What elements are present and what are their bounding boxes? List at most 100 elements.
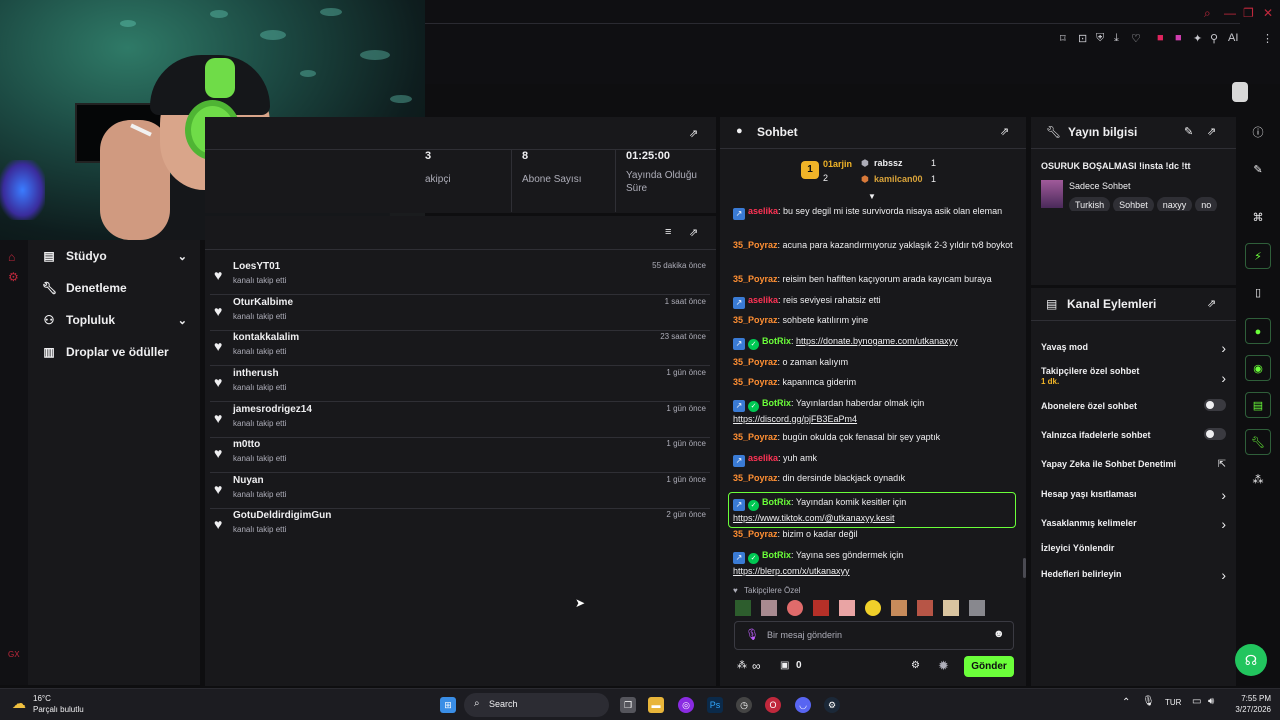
chat-username[interactable]: BotRix	[762, 497, 791, 507]
home-icon[interactable]: ⌂	[8, 250, 15, 264]
chat-message[interactable]: 35_Poyraz: bizim o kadar değil	[733, 527, 1018, 541]
bookmark-icon[interactable]: ⌑	[1060, 32, 1066, 45]
popout-icon[interactable]: ⇗	[689, 226, 698, 239]
chat-username[interactable]: 35_Poyraz	[733, 432, 778, 442]
sidebar-item-drops[interactable]: ▥ Droplar ve ödüller	[42, 345, 187, 359]
extension-red-icon[interactable]: ■	[1157, 32, 1164, 44]
chat-message[interactable]: 35_Poyraz: sohbete katılırım yine	[733, 313, 1018, 327]
app-icon[interactable]: ◷	[736, 697, 752, 713]
clip-icon[interactable]: ⌘	[1245, 205, 1271, 231]
emote-only-item[interactable]: Yalnızca ifadelerle sohbet	[1041, 428, 1226, 440]
settings-icon[interactable]: ⚙	[911, 660, 920, 671]
chat-message[interactable]: ↗ ✓ BotRix: Yayınlardan haberdar olmak içi…	[733, 396, 1018, 426]
list-item[interactable]: ♥ m0tto kanalı takip etti 1 gün önce	[210, 437, 710, 473]
tag[interactable]: Turkish	[1069, 197, 1111, 211]
account-age-item[interactable]: Hesap yaşı kısıtlaması ›	[1041, 487, 1226, 503]
category-thumbnail[interactable]	[1041, 180, 1063, 208]
monitor-icon[interactable]: ▭	[1192, 696, 1201, 707]
edit-icon[interactable]: ✎	[1184, 125, 1193, 138]
shield-icon[interactable]: ⛨	[1096, 32, 1104, 45]
list-item[interactable]: ♥ Nuyan kanalı takip etti 1 gün önce	[210, 473, 710, 509]
chat-message[interactable]: 35_Poyraz: o zaman kalıyım	[733, 355, 1018, 369]
broadcast-icon[interactable]: ◉	[1245, 355, 1271, 381]
filter-icon[interactable]: ≡	[665, 226, 671, 238]
chat-username[interactable]: 35_Poyraz	[733, 473, 778, 483]
chat-username[interactable]: 35_Poyraz	[733, 240, 778, 250]
gx-label[interactable]: GX	[8, 650, 20, 659]
search-icon[interactable]: ⌕	[1204, 6, 1211, 21]
emote[interactable]	[891, 600, 907, 616]
chat-message[interactable]: ↗ ✓ BotRix: Yayına ses göndermek için https…	[733, 548, 1018, 578]
store-icon[interactable]: ▣	[780, 660, 789, 671]
chat-input[interactable]: 🎙︎ Bir mesaj gönderin ☻	[734, 621, 1014, 650]
info-icon[interactable]: ⓘ	[1245, 120, 1271, 146]
chat-message[interactable]: 35_Poyraz: acuna para kazandırmıyoruz ya…	[733, 238, 1018, 252]
send-button[interactable]: Gönder	[964, 656, 1014, 677]
avatar[interactable]	[1232, 82, 1248, 102]
microphone-icon[interactable]: 🎙︎	[1142, 696, 1155, 707]
chat-message[interactable]: 35_Poyraz: kapanınca giderim	[733, 375, 1018, 389]
discord-icon[interactable]: ◡	[795, 697, 811, 713]
chat-message[interactable]: 35_Poyraz: bugün okulda çok fenasal bir …	[733, 430, 1018, 444]
emote[interactable]	[839, 600, 855, 616]
sidebar-item-studio[interactable]: ▤ Stüdyo ⌄	[42, 249, 187, 263]
emoji-icon[interactable]: ☻	[993, 628, 1005, 640]
category-name[interactable]: Sadece Sohbet	[1069, 181, 1131, 191]
popout-icon[interactable]: ⇗	[1207, 125, 1216, 138]
opera-gx-icon[interactable]: O	[765, 697, 781, 713]
points-icon[interactable]: ⁂	[737, 660, 747, 671]
chat-message[interactable]: ↗ ✓ BotRix: https://donate.bynogame.com/ut…	[733, 334, 1018, 350]
emote[interactable]	[865, 600, 881, 616]
microphone-icon[interactable]: 🎙︎	[745, 628, 759, 641]
chat-message[interactable]: 35_Poyraz: din dersinde blackjack oynadı…	[733, 471, 1018, 485]
subscribers-only-item[interactable]: Abonelere özel sohbet	[1041, 399, 1226, 411]
chevron-up-icon[interactable]: ⌃	[1122, 697, 1130, 708]
windows-start-icon[interactable]: ⊞	[440, 697, 456, 713]
goals-item[interactable]: Hedefleri belirleyin ›	[1041, 567, 1226, 583]
chat-username[interactable]: aselika	[748, 206, 778, 216]
popout-icon[interactable]: ⇗	[1000, 125, 1009, 138]
chat-username[interactable]: 35_Poyraz	[733, 315, 778, 325]
chat-link[interactable]: https://blerp.com/x/utkanaxyy	[733, 566, 850, 576]
folder-icon[interactable]: ▬	[648, 697, 664, 713]
sidebar-item-community[interactable]: ⚇ Topluluk ⌄	[42, 313, 187, 327]
app-icon[interactable]: ◎	[678, 697, 694, 713]
minimize-icon[interactable]: —	[1224, 6, 1236, 20]
edit-icon[interactable]: ✎	[1245, 157, 1271, 183]
leader-first-name[interactable]: 01arjin	[823, 159, 852, 169]
emote-only-toggle[interactable]	[1204, 428, 1226, 440]
lightning-icon[interactable]: ⚡︎	[1245, 243, 1271, 269]
puzzle-icon[interactable]: ✦	[1193, 32, 1202, 45]
emote[interactable]	[787, 600, 803, 616]
volume-icon[interactable]: 🔊︎	[1208, 696, 1214, 707]
emote[interactable]	[761, 600, 777, 616]
chat-username[interactable]: BotRix	[762, 336, 791, 346]
popout-icon[interactable]: ⇗	[1207, 297, 1216, 310]
chat-username[interactable]: BotRix	[762, 398, 791, 408]
clock-date[interactable]: 3/27/2026	[1221, 705, 1271, 714]
chat-message[interactable]: ↗ aselika: bu sey degil mi iste survivord…	[733, 204, 1018, 220]
document-icon[interactable]: ▯	[1245, 280, 1271, 306]
list-item[interactable]: ♥ GotuDeldirdigimGun kanalı takip etti 2 gü…	[210, 508, 710, 544]
chat-message[interactable]: ↗ ✓ BotRix: Yayından komik kesitler için ht…	[728, 492, 1016, 528]
chat-username[interactable]: aselika	[748, 453, 778, 463]
chat-input-placeholder[interactable]: Bir mesaj gönderin	[767, 630, 842, 640]
followers-only-item[interactable]: Takipçilere özel sohbet 1 dk. ›	[1041, 366, 1226, 386]
chat-username[interactable]: 35_Poyraz	[733, 357, 778, 367]
chat-username[interactable]: 35_Poyraz	[733, 529, 778, 539]
close-icon[interactable]: ✕	[1263, 6, 1273, 20]
chat-icon[interactable]: ●	[1245, 318, 1271, 344]
banned-words-item[interactable]: Yasaklanmış kelimeler ›	[1041, 516, 1226, 532]
chat-link[interactable]: https://discord.gg/pjFB3EaPm4	[733, 414, 857, 424]
support-icon[interactable]: ☊	[1235, 644, 1267, 676]
maximize-icon[interactable]: ❐	[1243, 6, 1254, 20]
list-item[interactable]: ♥ kontakkalalim kanalı takip etti 23 saat ö…	[210, 330, 710, 366]
points-icon[interactable]: ⁂	[1245, 467, 1271, 493]
leader-third-name[interactable]: kamilcan00	[874, 174, 923, 184]
subscribers-only-toggle[interactable]	[1204, 399, 1226, 411]
list-item[interactable]: ♥ OturKalbime kanalı takip etti 1 saat önce	[210, 295, 710, 331]
leader-second-name[interactable]: rabssz	[874, 158, 903, 168]
tag[interactable]: no	[1195, 197, 1218, 211]
photoshop-icon[interactable]: Ps	[707, 697, 723, 713]
task-view-icon[interactable]: ❐	[620, 697, 636, 713]
